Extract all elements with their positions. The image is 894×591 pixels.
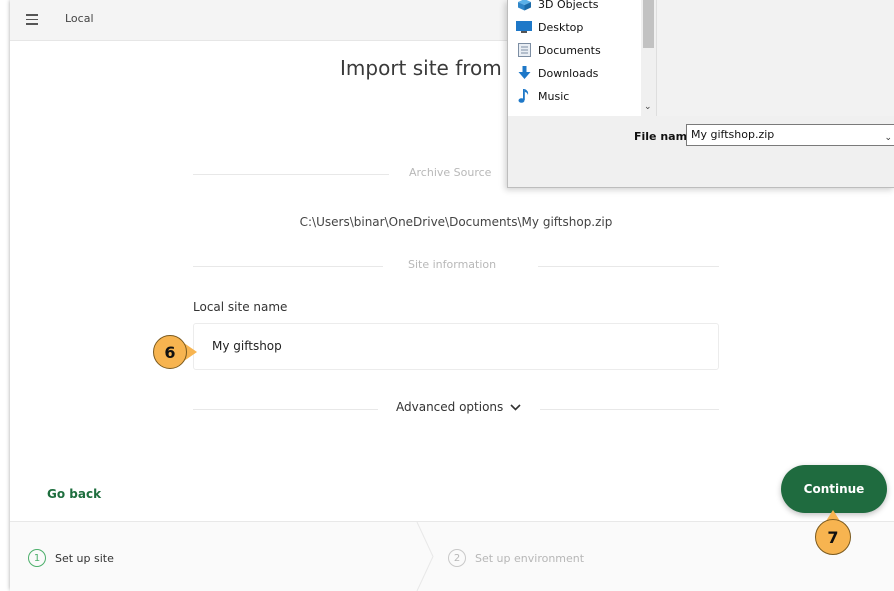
go-back-link[interactable]: Go back <box>47 487 101 501</box>
site-name-label: Local site name <box>193 300 288 314</box>
folder-label: Downloads <box>538 66 599 80</box>
folder-music[interactable]: Music <box>516 85 569 107</box>
download-arrow-icon <box>516 66 532 80</box>
filename-input[interactable]: My giftshop.zip ⌄ <box>686 124 894 146</box>
callout-badge-6: 6 <box>153 335 187 369</box>
advanced-divider-left <box>193 409 378 410</box>
cube-icon <box>516 0 532 11</box>
desktop-icon <box>516 20 532 34</box>
folder-tree-scrollbar[interactable]: ⌄ <box>641 0 656 116</box>
filename-value: My giftshop.zip <box>691 128 775 141</box>
advanced-divider-right <box>540 409 719 410</box>
chevron-down-icon <box>507 403 522 414</box>
continue-button[interactable]: Continue <box>781 465 887 513</box>
archive-path: C:\Users\binar\OneDrive\Documents\My gif… <box>299 215 613 229</box>
music-note-icon <box>516 89 532 103</box>
folder-label: Documents <box>538 43 601 57</box>
page-title: Import site from a <box>340 56 521 80</box>
advanced-options-toggle[interactable]: Advanced options <box>396 400 522 414</box>
file-open-dialog: 3D Objects Desktop Documents Downloads M… <box>507 0 894 188</box>
site-name-input[interactable]: My giftshop <box>193 323 719 370</box>
scrollbar-thumb[interactable] <box>643 0 654 48</box>
archive-source-label: Archive Source <box>409 166 492 179</box>
hamburger-menu-icon[interactable] <box>26 14 38 25</box>
folder-label: Music <box>538 89 570 103</box>
folder-tree: 3D Objects Desktop Documents Downloads M… <box>508 0 657 116</box>
documents-icon <box>516 43 532 57</box>
site-information-divider: Site information <box>193 258 719 274</box>
step-number: 1 <box>28 549 46 567</box>
step-number: 2 <box>448 549 466 567</box>
step-label: Set up environment <box>475 551 585 565</box>
step-set-up-site: 1 Set up site <box>28 549 114 567</box>
folder-documents[interactable]: Documents <box>516 39 601 61</box>
scroll-down-arrow-icon[interactable]: ⌄ <box>644 102 652 112</box>
callout-badge-7: 7 <box>815 519 851 555</box>
folder-desktop[interactable]: Desktop <box>516 16 583 38</box>
chevron-down-icon[interactable]: ⌄ <box>884 128 892 148</box>
folder-3d-objects[interactable]: 3D Objects <box>516 0 599 15</box>
dialog-filename-row: File name: My giftshop.zip ⌄ <box>508 116 894 187</box>
step-separator-chevron <box>416 522 434 591</box>
folder-label: Desktop <box>538 20 584 34</box>
step-set-up-environment: 2 Set up environment <box>448 549 584 567</box>
advanced-options-label: Advanced options <box>396 400 504 414</box>
folder-downloads[interactable]: Downloads <box>516 62 598 84</box>
setup-stepper: 1 Set up site 2 Set up environment <box>10 521 894 591</box>
app-title: Local <box>65 12 94 25</box>
site-information-label: Site information <box>408 258 497 271</box>
step-label: Set up site <box>55 551 114 565</box>
folder-label: 3D Objects <box>538 0 599 11</box>
